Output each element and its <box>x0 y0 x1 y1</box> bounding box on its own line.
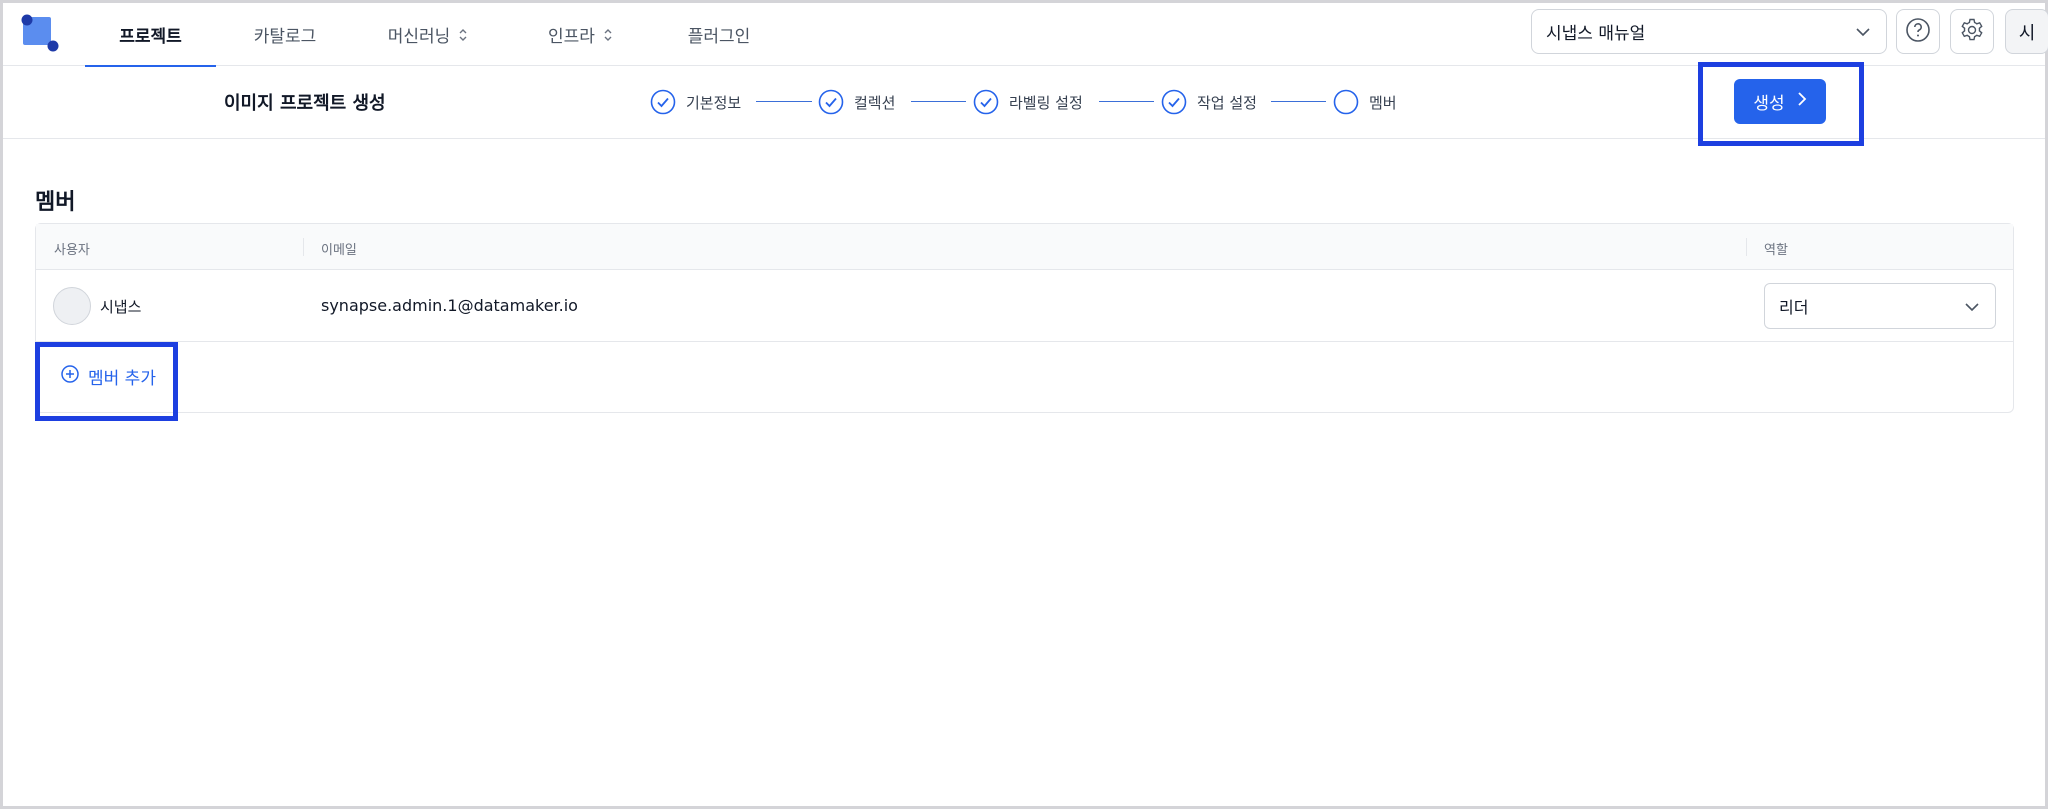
top-nav: 프로젝트 카탈로그 머신러닝 인프라 플러그인 시냅스 매뉴얼 시 <box>3 3 2048 67</box>
member-name: 시냅스 <box>100 298 142 316</box>
nav-infra[interactable]: 인프라 <box>533 3 628 66</box>
chevron-updown-icon <box>603 28 613 42</box>
create-button-label: 생성 <box>1753 94 1785 114</box>
app-logo[interactable] <box>17 11 61 57</box>
step-basic-info[interactable]: 기본정보 <box>650 89 741 115</box>
help-button[interactable] <box>1896 9 1940 54</box>
add-member-label: 멤버 추가 <box>88 369 156 389</box>
column-header-role: 역할 <box>1764 243 1788 258</box>
members-table: 사용자 이메일 역할 시냅스 synapse.admin.1@datamaker… <box>35 223 2014 413</box>
role-select-value: 리더 <box>1779 298 1809 317</box>
column-header-email: 이메일 <box>321 243 357 258</box>
step-connector <box>1099 101 1154 102</box>
table-row: 시냅스 synapse.admin.1@datamaker.io 리더 <box>36 270 2013 342</box>
check-circle-icon <box>973 89 999 115</box>
nav-infra-label: 인프라 <box>548 27 595 47</box>
check-circle-icon <box>818 89 844 115</box>
nav-machine-learning[interactable]: 머신러닝 <box>373 3 483 66</box>
nav-projects-label: 프로젝트 <box>119 27 182 47</box>
step-labeling-settings[interactable]: 라벨링 설정 <box>973 89 1083 115</box>
step-label: 라벨링 설정 <box>1009 93 1083 112</box>
step-connector <box>756 101 812 102</box>
user-avatar-button[interactable]: 시 <box>2005 9 2048 54</box>
column-divider <box>1746 238 1747 256</box>
plus-circle-icon <box>60 364 80 389</box>
check-circle-icon <box>650 89 676 115</box>
empty-circle-icon <box>1333 89 1359 115</box>
column-header-user: 사용자 <box>54 243 90 258</box>
step-connector <box>911 101 966 102</box>
step-members[interactable]: 멤버 <box>1333 89 1397 115</box>
chevron-updown-icon <box>458 28 468 42</box>
nav-plugins-label: 플러그인 <box>687 27 751 47</box>
member-email: synapse.admin.1@datamaker.io <box>321 296 578 315</box>
nav-projects[interactable]: 프로젝트 <box>85 3 216 67</box>
step-label: 작업 설정 <box>1197 93 1257 112</box>
table-header: 사용자 이메일 역할 <box>36 224 2013 270</box>
nav-plugins[interactable]: 플러그인 <box>673 3 765 66</box>
avatar <box>53 287 91 325</box>
column-divider <box>303 238 304 256</box>
step-work-settings[interactable]: 작업 설정 <box>1161 89 1257 115</box>
nav-catalog-label: 카탈로그 <box>253 27 317 47</box>
step-connector <box>1271 101 1326 102</box>
add-member-button[interactable]: 멤버 추가 <box>60 364 156 389</box>
step-label: 컬렉션 <box>854 93 896 112</box>
chevron-down-icon <box>1963 298 1981 320</box>
workspace-select-value: 시냅스 매뉴얼 <box>1546 24 1646 44</box>
step-label: 멤버 <box>1369 93 1397 112</box>
page-title: 이미지 프로젝트 생성 <box>224 93 386 114</box>
chevron-down-icon <box>1854 23 1872 46</box>
step-collection[interactable]: 컬렉션 <box>818 89 895 115</box>
settings-button[interactable] <box>1950 9 1994 54</box>
gear-icon <box>1959 17 1985 47</box>
nav-catalog[interactable]: 카탈로그 <box>239 3 331 66</box>
check-circle-icon <box>1161 89 1187 115</box>
workspace-select[interactable]: 시냅스 매뉴얼 <box>1531 9 1887 54</box>
role-select[interactable]: 리더 <box>1764 283 1996 329</box>
step-label: 기본정보 <box>686 93 742 112</box>
nav-machine-learning-label: 머신러닝 <box>387 27 451 47</box>
members-section-title: 멤버 <box>35 190 76 215</box>
user-initial: 시 <box>2018 22 2036 44</box>
chevron-right-icon <box>1797 91 1807 112</box>
create-button[interactable]: 생성 <box>1734 79 1826 124</box>
help-icon <box>1905 17 1931 47</box>
